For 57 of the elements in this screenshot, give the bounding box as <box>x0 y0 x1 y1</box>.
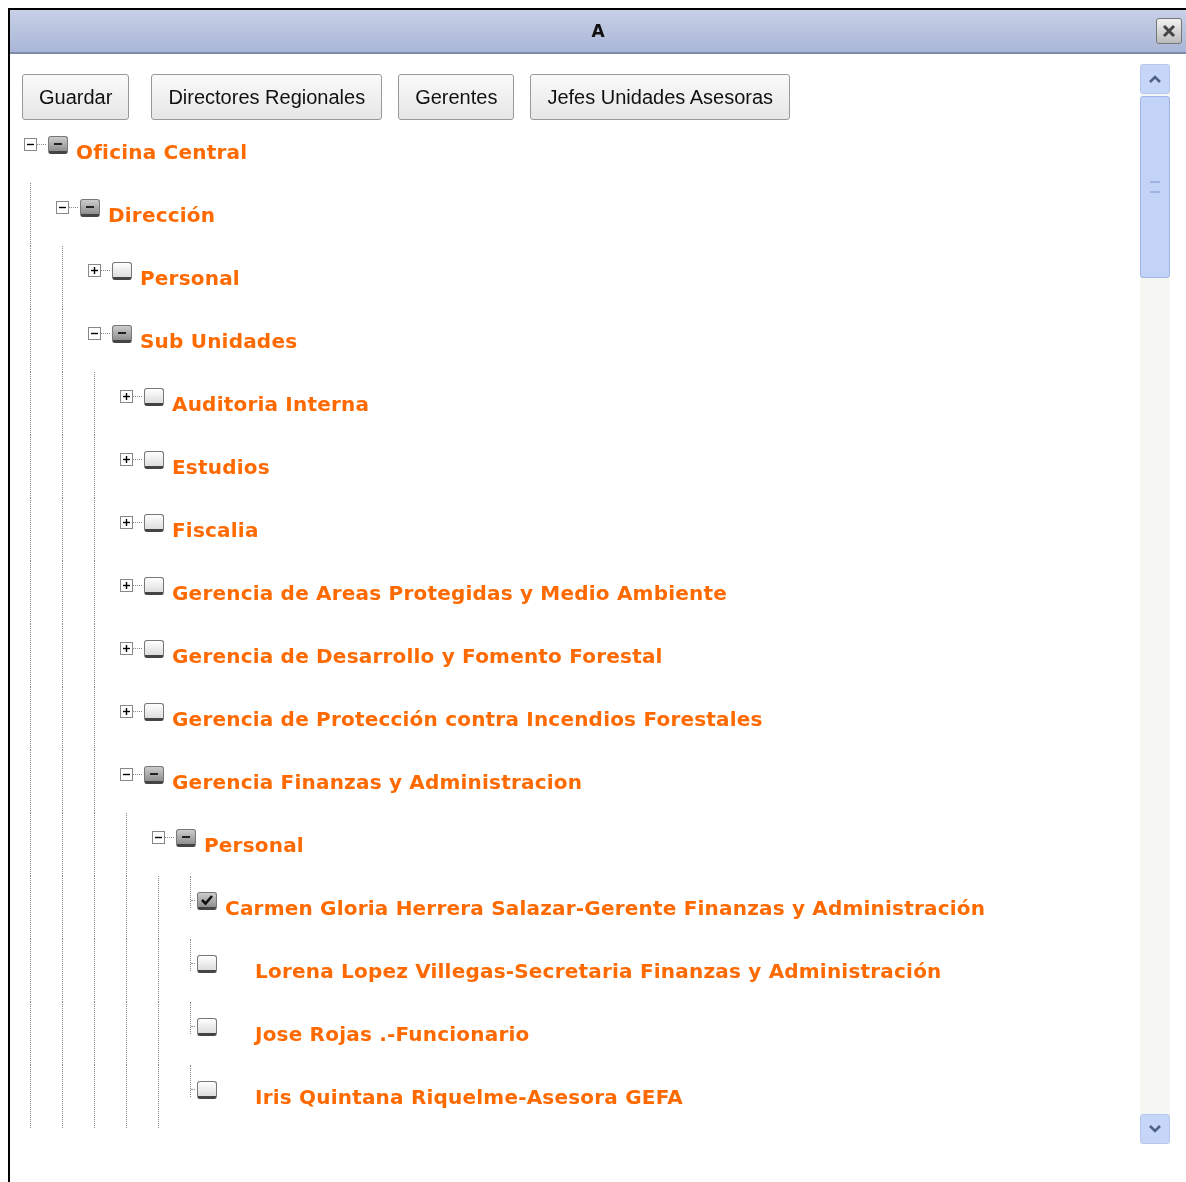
scroll-up-button[interactable] <box>1140 64 1170 94</box>
checkbox[interactable] <box>197 891 217 910</box>
expander-icon[interactable] <box>120 453 133 466</box>
checkbox[interactable] <box>48 135 68 154</box>
tree-item[interactable]: Auditoria Interna <box>172 391 370 416</box>
checkbox[interactable] <box>144 576 164 595</box>
expander-icon[interactable] <box>88 327 101 340</box>
tree-item[interactable]: Gerencia de Desarrollo y Fomento Forestal <box>172 643 663 668</box>
checkbox[interactable] <box>144 387 164 406</box>
checkbox[interactable] <box>197 954 217 973</box>
expander-icon[interactable] <box>88 264 101 277</box>
expander-icon[interactable] <box>24 138 37 151</box>
expander-icon[interactable] <box>56 201 69 214</box>
expander-icon[interactable] <box>120 705 133 718</box>
scroll-thumb[interactable] <box>1140 96 1170 278</box>
checkbox[interactable] <box>112 261 132 280</box>
expander-icon[interactable] <box>120 390 133 403</box>
toolbar-button[interactable]: Directores Regionales <box>151 74 383 120</box>
tree-item[interactable]: Iris Quintana Riquelme-Asesora GEFA <box>255 1084 683 1109</box>
scrollbar[interactable] <box>1140 64 1170 1144</box>
checkbox[interactable] <box>144 513 164 532</box>
expander-icon[interactable] <box>120 768 133 781</box>
checkbox[interactable] <box>197 1080 217 1099</box>
close-icon <box>1160 22 1178 40</box>
expander-icon[interactable] <box>120 642 133 655</box>
checkbox[interactable] <box>144 450 164 469</box>
tree-item[interactable]: Estudios <box>172 454 270 479</box>
toolbar-button[interactable]: Jefes Unidades Asesoras <box>530 74 791 120</box>
tree-item[interactable]: Lorena Lopez Villegas-Secretaria Finanzas y Administración <box>255 958 942 983</box>
tree-item[interactable]: Sub Unidades <box>140 328 298 353</box>
caret-up-icon <box>1148 74 1162 84</box>
expander-icon[interactable] <box>120 579 133 592</box>
tree-item[interactable]: Gerencia de Areas Protegidas y Medio Ambiente <box>172 580 727 605</box>
caret-down-icon <box>1148 1124 1162 1134</box>
checkbox[interactable] <box>144 702 164 721</box>
expander-icon[interactable] <box>120 516 133 529</box>
checkbox[interactable] <box>144 765 164 784</box>
checkbox[interactable] <box>80 198 100 217</box>
tree-item[interactable]: Gerencia de Protección contra Incendios Forestales <box>172 706 763 731</box>
tree-item[interactable]: Personal <box>204 832 304 857</box>
checkbox[interactable] <box>112 324 132 343</box>
tree-item[interactable]: Oficina Central <box>76 139 248 164</box>
tree-item[interactable]: Gerencia Finanzas y Administracion <box>172 769 583 794</box>
window-title: A <box>591 21 605 41</box>
tree-item[interactable]: Personal <box>140 265 240 290</box>
checkbox[interactable] <box>197 1017 217 1036</box>
tree-item[interactable]: Fiscalia <box>172 517 259 542</box>
toolbar-button[interactable]: Gerentes <box>398 74 515 120</box>
checkbox[interactable] <box>176 828 196 847</box>
tree-item[interactable]: Dirección <box>108 202 216 227</box>
tree-item[interactable]: Jose Rojas .-Funcionario <box>255 1021 530 1046</box>
checkbox[interactable] <box>144 639 164 658</box>
expander-icon[interactable] <box>152 831 165 844</box>
scroll-down-button[interactable] <box>1140 1114 1170 1144</box>
close-button[interactable] <box>1156 18 1182 44</box>
toolbar-button[interactable]: Guardar <box>22 74 130 120</box>
tree-item[interactable]: Carmen Gloria Herrera Salazar-Gerente Finanzas y Administración <box>225 895 986 920</box>
